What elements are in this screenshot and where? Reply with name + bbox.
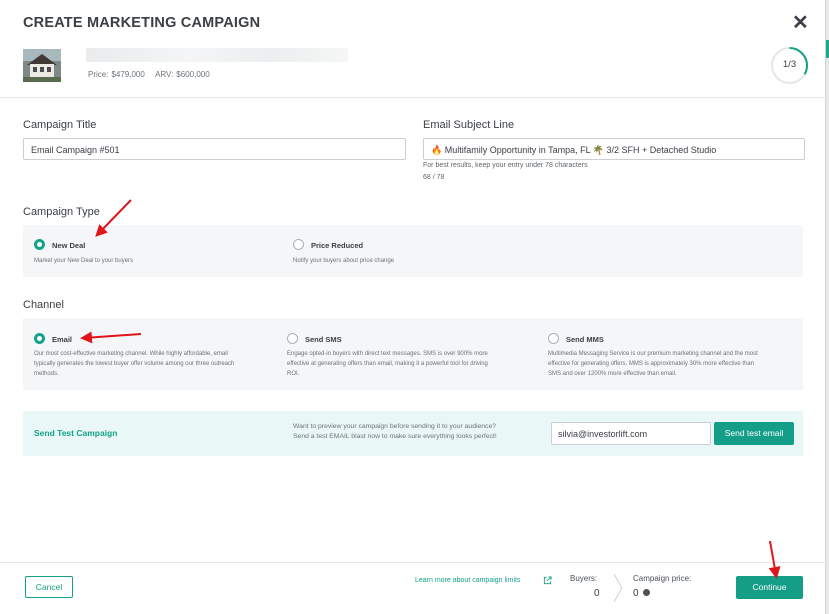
info-line: Want to preview your campaign before sen… [293, 423, 497, 430]
coin-icon [643, 589, 650, 596]
continue-button[interactable]: Continue [736, 576, 803, 599]
cancel-button[interactable]: Cancel [25, 576, 73, 598]
buyers-count: 0 [594, 588, 600, 599]
desc-line: Engage opted-in buyers with direct text … [287, 351, 488, 357]
radio-price-reduced[interactable] [293, 239, 304, 250]
modal-title: CREATE MARKETING CAMPAIGN [23, 15, 261, 31]
campaign-price-value: 0 [633, 588, 639, 599]
option-new-deal-title: New Deal [52, 241, 86, 250]
campaign-modal: CREATE MARKETING CAMPAIGN ✕ Price: $479,0… [0, 0, 826, 614]
radio-email[interactable] [34, 333, 45, 344]
option-mms-title: Send MMS [566, 335, 604, 344]
desc-line: methods. [34, 371, 59, 377]
option-price-reduced-title: Price Reduced [311, 241, 364, 250]
campaign-type-panel [23, 225, 803, 277]
option-sms-title: Send SMS [305, 335, 342, 344]
price-label: Price: [88, 70, 109, 79]
campaign-type-label: Campaign Type [23, 206, 100, 218]
option-email-title: Email [52, 335, 73, 344]
close-icon[interactable]: ✕ [792, 13, 809, 33]
campaign-title-input[interactable]: Email Campaign #501 [23, 138, 406, 160]
property-thumbnail [23, 49, 61, 82]
channel-label: Channel [23, 299, 64, 311]
external-link-icon[interactable] [543, 576, 552, 585]
test-campaign-info: Want to preview your campaign before sen… [293, 422, 497, 442]
send-test-campaign-link[interactable]: Send Test Campaign [34, 428, 117, 438]
property-address-redacted [86, 48, 348, 62]
send-test-email-button[interactable]: Send test email [714, 422, 794, 445]
subject-line-hint: For best results, keep your entry under … [423, 162, 588, 169]
desc-line: SMS and over 1200% more effective than e… [548, 371, 677, 377]
campaign-price-label: Campaign price: [633, 574, 692, 583]
desc-line: Multimedia Messaging Service is our prem… [548, 351, 758, 357]
desc-line: effective for generating offers. MMS is … [548, 361, 755, 367]
radio-new-deal[interactable] [34, 239, 45, 250]
buyers-label: Buyers: [570, 574, 598, 583]
subject-line-label: Email Subject Line [423, 119, 515, 131]
chevron-right-icon [613, 573, 623, 603]
campaign-title-label: Campaign Title [23, 119, 97, 131]
radio-sms[interactable] [287, 333, 298, 344]
modal-footer [0, 562, 826, 614]
arv-label: ARV: [155, 70, 174, 79]
option-new-deal-desc: Market your New Deal to your buyers [34, 258, 134, 264]
price-value: $479,000 [111, 70, 145, 79]
desc-line: Our most cost-effective marketing channe… [34, 351, 228, 357]
desc-line: typically generates the lowest buyer off… [34, 361, 235, 367]
subject-line-input[interactable]: 🔥 Multifamily Opportunity in Tampa, FL 🌴… [423, 138, 805, 160]
option-email-desc: Our most cost-effective marketing channe… [34, 349, 234, 379]
learn-more-link[interactable]: Learn more about campaign limits [415, 577, 520, 584]
desc-line: ROI. [287, 371, 300, 377]
subject-line-counter: 68 / 78 [423, 174, 445, 181]
option-mms-desc: Multimedia Messaging Service is our prem… [548, 349, 758, 379]
property-prices: Price: $479,000 ARV: $600,000 [88, 70, 216, 79]
desc-line: effective at generating offers than emai… [287, 361, 488, 367]
info-line: Send a test EMAIL blast now to make sure… [293, 433, 497, 440]
step-indicator: 1/3 [782, 59, 797, 70]
radio-mms[interactable] [548, 333, 559, 344]
option-sms-desc: Engage opted-in buyers with direct text … [287, 349, 488, 379]
modal-header: CREATE MARKETING CAMPAIGN ✕ Price: $479,0… [0, 0, 826, 98]
option-price-reduced-desc: Notify your buyers about price change [293, 258, 395, 264]
arv-value: $600,000 [176, 70, 210, 79]
test-email-input[interactable]: silvia@investorlift.com [551, 422, 711, 445]
